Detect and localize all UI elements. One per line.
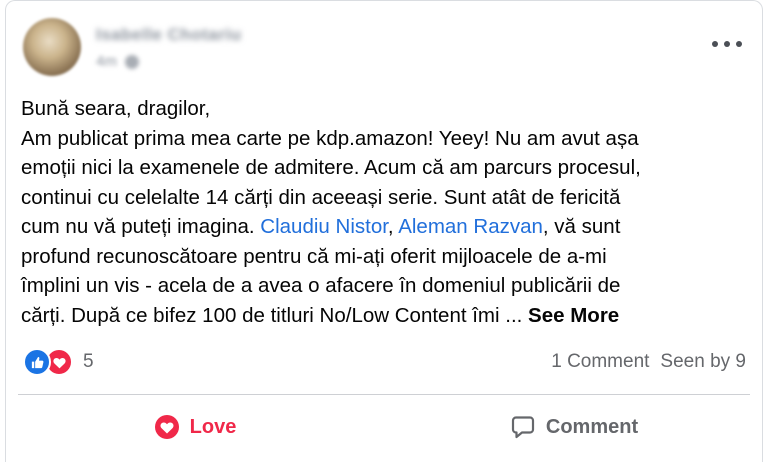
post-text-line: cărți. După ce bifez 100 de titluri No/L… [21,301,751,331]
reaction-summary[interactable]: 5 [23,348,94,376]
divider [18,394,750,395]
post-card: Isabelle Chotariu 4m Bună seara, dragilo… [5,0,763,462]
post-text: Bună seara, dragilor, Am publicat prima … [21,94,751,330]
comments-count-link[interactable]: 1 Comment [551,351,649,373]
reaction-count: 5 [83,351,94,372]
dot-icon [712,41,718,47]
mention-link[interactable]: Aleman Razvan [398,215,543,238]
avatar[interactable] [23,18,81,76]
like-icon [23,348,51,376]
post-text-line: emoții nici la examenele de admitere. Ac… [21,156,641,179]
comment-icon [511,416,534,439]
post-stats: 1 Comment Seen by 9 [551,351,746,373]
more-options-button[interactable] [712,34,742,54]
author-name[interactable]: Isabelle Chotariu [96,25,241,45]
text-fragment: , [387,215,399,238]
love-button-label: Love [189,415,237,438]
post-text-line: Am publicat prima mea carte pe kdp.amazo… [21,126,639,150]
post-text-line: împlini un vis - acela de a avea o aface… [21,274,621,297]
post-text-line: cum nu vă puteți imagina. Claudiu Nistor… [21,212,751,242]
post-text-line: continui cu celelalte 14 cărți din aceea… [21,185,621,209]
dot-icon [736,41,742,47]
dot-icon [724,41,730,47]
globe-icon [124,54,139,69]
seen-by-link[interactable]: Seen by 9 [660,351,746,373]
love-button[interactable]: Love [14,401,376,453]
post-text-line: profund recunoscătoare pentru că mi-ați … [21,244,607,268]
post-time[interactable]: 4m [96,53,117,70]
mention-link[interactable]: Claudiu Nistor [260,215,388,238]
post-text-line: Bună seara, dragilor, [21,97,211,120]
text-fragment: , vă sunt [542,215,621,238]
see-more-link[interactable]: See More [528,304,619,327]
post-meta: 4m [96,53,139,70]
love-icon [154,415,179,439]
text-fragment: cărți. După ce bifez 100 de titluri No/L… [21,303,529,327]
comment-button-label: Comment [545,415,639,438]
comment-button[interactable]: Comment [393,401,755,453]
text-fragment: cum nu vă puteți imagina. [21,215,261,238]
